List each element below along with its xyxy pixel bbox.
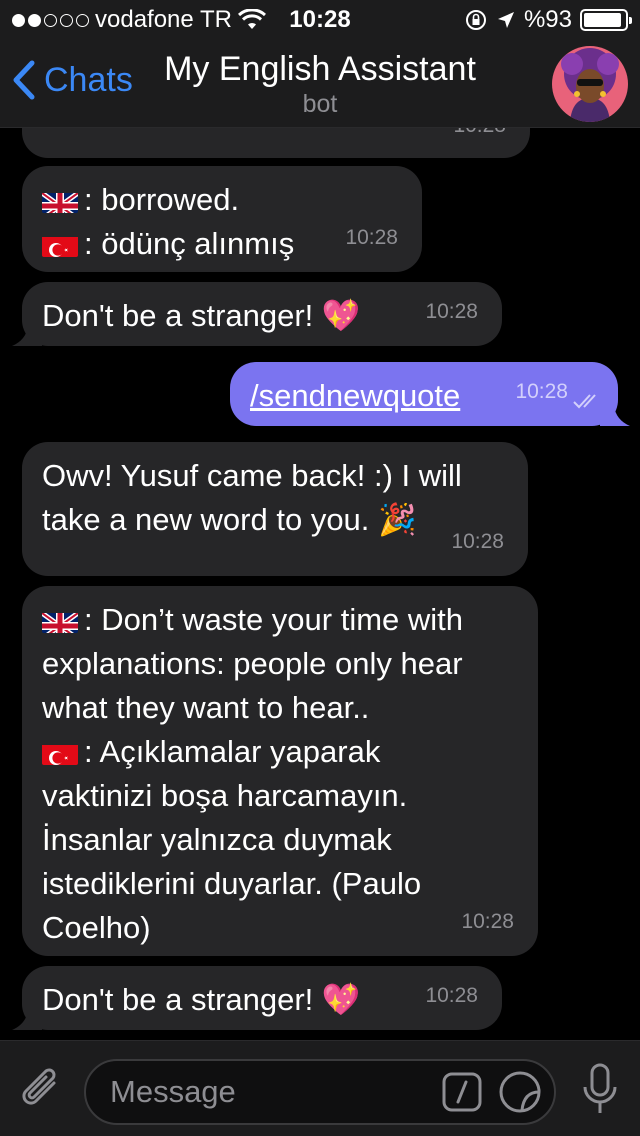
message-time: 10:28 [425,984,478,1007]
bot-avatar[interactable] [552,46,628,122]
message-bubble[interactable]: Don't be a stranger! 💖 10:28 [22,966,502,1030]
message-time: 10:28 [345,226,398,249]
microphone-icon[interactable] [582,1063,618,1117]
message-bubble-outgoing[interactable]: /sendnewquote 10:28 [230,362,618,426]
battery-icon [580,9,632,31]
message-text: explanations: people only hear [42,646,463,681]
paperclip-icon[interactable] [18,1065,66,1115]
message-text: İnsanlar yalnızca duymak [42,822,392,857]
read-checkmarks-icon [573,394,596,409]
turkey-flag-icon [42,231,78,257]
message-text: : Don’t waste your time with [84,602,464,637]
message-text: Coelho) [42,910,151,945]
message-bubble[interactable]: 10:28 [22,128,530,158]
command-link[interactable]: /sendnewquote [250,378,460,413]
sticker-icon[interactable] [498,1070,542,1114]
message-field[interactable] [84,1059,556,1125]
message-text: istediklerini duyarlar. (Paulo [42,866,422,901]
message-text: vaktinizi boşa harcamayın. [42,778,408,813]
chat-subtitle: bot [302,90,338,118]
location-arrow-icon [497,12,514,28]
message-list[interactable]: 10:28 : borrowed. : ödünç alınmış 10:28 … [0,128,640,1040]
message-time: 10:28 [453,128,506,148]
message-bubble[interactable]: Don't be a stranger! 💖 10:28 [22,282,502,346]
battery-percent: %93 [523,6,572,33]
chat-title[interactable]: My English Assistant [0,50,640,89]
message-time: 10:28 [515,380,568,403]
message-bubble[interactable]: Owv! Yusuf came back! :) I will take a n… [22,442,528,576]
bubble-tail [12,1010,42,1030]
message-text: : Açıklamalar yaparak [84,734,381,769]
bot-command-icon[interactable] [442,1072,482,1112]
message-input[interactable] [110,1061,430,1123]
message-text: Don't be a stranger! 💖 [42,298,361,333]
status-right: %93 [464,6,632,34]
message-time: 10:28 [461,910,514,933]
message-time: 10:28 [451,530,504,553]
nav-bar: Chats My English Assistant bot [0,40,640,128]
message-text: take a new word to you. 🎉 [42,502,417,537]
message-bubble[interactable]: : borrowed. : ödünç alınmış 10:28 [22,166,422,272]
message-time: 10:28 [425,300,478,323]
uk-flag-icon [42,187,78,213]
bubble-tail [12,326,42,346]
message-text: Owv! Yusuf came back! :) I will [42,458,462,493]
message-text: : ödünç alınmış [84,226,295,261]
bubble-tail [600,406,630,426]
uk-flag-icon [42,607,78,633]
message-bubble[interactable]: : Don’t waste your time with explanation… [22,586,538,956]
message-text: : borrowed. [84,182,240,217]
message-text: Don't be a stranger! 💖 [42,982,361,1017]
message-text: what they want to hear.. [42,690,370,725]
orientation-lock-icon [465,10,486,30]
input-bar [0,1040,640,1136]
status-bar: vodafone TR 10:28 %93 [0,0,640,40]
turkey-flag-icon [42,739,78,765]
